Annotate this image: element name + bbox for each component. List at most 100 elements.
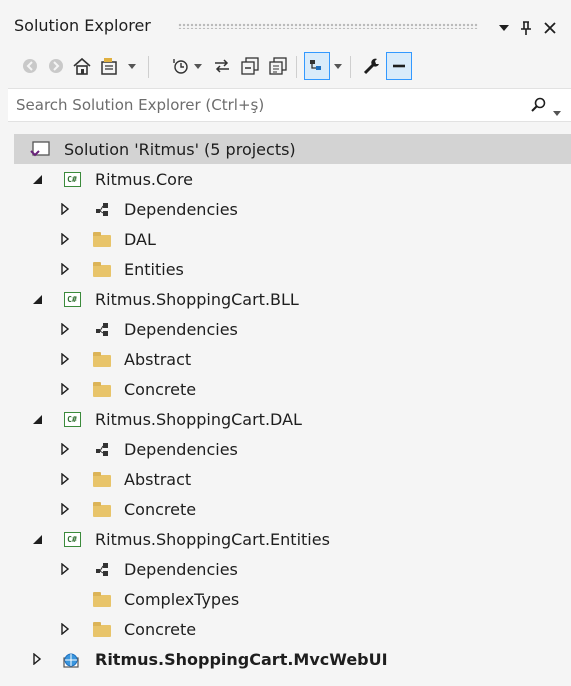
collapsed-arrow-icon[interactable] [30, 652, 44, 666]
expanded-arrow-icon[interactable] [30, 532, 44, 546]
tree-item-dependencies[interactable]: Dependencies [0, 434, 571, 464]
expanded-arrow-icon[interactable] [30, 292, 44, 306]
dependencies-icon [92, 200, 112, 218]
collapsed-arrow-icon[interactable] [58, 562, 72, 576]
tree-item-startup-project[interactable]: Ritmus.ShoppingCart.MvcWebUI [0, 644, 571, 674]
collapsed-arrow-icon[interactable] [58, 382, 72, 396]
node-label: Abstract [124, 469, 192, 489]
back-icon[interactable] [18, 52, 42, 80]
tree-item-dependencies[interactable]: Dependencies [0, 554, 571, 584]
folder-icon [92, 470, 112, 488]
collapsed-arrow-icon[interactable] [58, 352, 72, 366]
node-label: DAL [124, 229, 156, 249]
title-grip[interactable] [178, 23, 478, 29]
search-options-dropdown-icon[interactable] [553, 101, 561, 120]
search-icon[interactable] [529, 95, 549, 115]
node-label: Dependencies [124, 319, 238, 339]
collapse-all-icon[interactable] [238, 52, 262, 80]
tree-item-project[interactable]: C# Ritmus.Core [0, 164, 571, 194]
home-icon[interactable] [70, 52, 94, 80]
folder-icon [92, 350, 112, 368]
project-label: Ritmus.ShoppingCart.MvcWebUI [95, 649, 388, 669]
tree-item-folder[interactable]: DAL [0, 224, 571, 254]
node-label: Dependencies [124, 439, 238, 459]
tree-item-folder[interactable]: Concrete [0, 374, 571, 404]
collapsed-arrow-icon[interactable] [58, 502, 72, 516]
tree-item-dependencies[interactable]: Dependencies [0, 314, 571, 344]
csharp-project-icon: C# [62, 530, 82, 548]
dependencies-icon [92, 440, 112, 458]
collapsed-arrow-icon[interactable] [58, 262, 72, 276]
tree-item-project[interactable]: C# Ritmus.ShoppingCart.Entities [0, 524, 571, 554]
collapsed-arrow-icon[interactable] [58, 202, 72, 216]
title-bar: Solution Explorer [0, 10, 571, 40]
collapsed-arrow-icon[interactable] [58, 442, 72, 456]
node-label: Dependencies [124, 199, 238, 219]
panel-title: Solution Explorer [14, 16, 151, 35]
tree-item-project[interactable]: C# Ritmus.ShoppingCart.BLL [0, 284, 571, 314]
tree-item-folder[interactable]: Concrete [0, 614, 571, 644]
properties-wrench-icon[interactable] [360, 52, 384, 80]
tree-item-folder[interactable]: Entities [0, 254, 571, 284]
pin-icon[interactable] [516, 18, 536, 38]
web-project-icon [62, 650, 82, 668]
search-input[interactable] [16, 93, 496, 117]
toolbar-separator [148, 56, 149, 78]
dropdown-arrow-icon[interactable] [494, 18, 514, 38]
expanded-arrow-icon[interactable] [30, 172, 44, 186]
toolbar-separator [350, 56, 351, 78]
expanded-arrow-icon[interactable] [30, 412, 44, 426]
collapsed-arrow-icon[interactable] [58, 322, 72, 336]
preview-selected-items-icon[interactable] [304, 52, 330, 80]
node-label: Abstract [124, 349, 192, 369]
node-label: Entities [124, 259, 184, 279]
solution-explorer-panel: Solution Explorer Search Solution Explor… [0, 0, 571, 686]
sync-with-document-icon[interactable] [210, 52, 234, 80]
node-label: ComplexTypes [124, 589, 240, 609]
tree-item-solution[interactable]: Solution 'Ritmus' (5 projects) [14, 134, 571, 164]
collapsed-arrow-icon[interactable] [58, 472, 72, 486]
tree-item-dependencies[interactable]: Dependencies [0, 194, 571, 224]
tree-item-folder[interactable]: Concrete [0, 494, 571, 524]
tree-item-folder[interactable]: Abstract [0, 344, 571, 374]
switch-views-icon[interactable] [98, 52, 124, 80]
folder-icon [92, 500, 112, 518]
pending-minus-toggle-icon[interactable] [386, 52, 412, 80]
tree-item-folder[interactable]: Abstract [0, 464, 571, 494]
solution-icon [30, 140, 50, 158]
project-label: Ritmus.ShoppingCart.DAL [95, 409, 302, 429]
csharp-project-icon: C# [62, 410, 82, 428]
close-icon[interactable] [540, 18, 560, 38]
project-label: Ritmus.Core [95, 169, 194, 189]
node-label: Concrete [124, 619, 197, 639]
dependencies-icon [92, 320, 112, 338]
toolbar-separator [296, 56, 297, 78]
pending-changes-icon[interactable] [168, 52, 192, 80]
folder-icon [92, 620, 112, 638]
preview-dropdown-icon[interactable] [332, 52, 344, 80]
csharp-project-icon: C# [62, 290, 82, 308]
switch-views-dropdown-icon[interactable] [126, 52, 138, 80]
folder-icon [92, 590, 112, 608]
node-label: Concrete [124, 379, 197, 399]
folder-icon [92, 380, 112, 398]
project-label: Ritmus.ShoppingCart.Entities [95, 529, 330, 549]
tree-item-project[interactable]: C# Ritmus.ShoppingCart.DAL [0, 404, 571, 434]
folder-icon [92, 230, 112, 248]
project-label: Ritmus.ShoppingCart.BLL [95, 289, 299, 309]
node-label: Dependencies [124, 559, 238, 579]
forward-icon[interactable] [44, 52, 68, 80]
node-label: Concrete [124, 499, 197, 519]
solution-label: Solution 'Ritmus' (5 projects) [64, 139, 296, 159]
pending-changes-dropdown-icon[interactable] [192, 52, 204, 80]
show-all-files-icon[interactable] [266, 52, 290, 80]
folder-icon [92, 260, 112, 278]
search-box [8, 88, 571, 122]
collapsed-arrow-icon[interactable] [58, 232, 72, 246]
tree-item-folder[interactable]: ComplexTypes [0, 584, 571, 614]
solution-tree: Solution 'Ritmus' (5 projects) C# Ritmus… [0, 132, 571, 682]
collapsed-arrow-icon[interactable] [58, 622, 72, 636]
dependencies-icon [92, 560, 112, 578]
csharp-project-icon: C# [62, 170, 82, 188]
toolbar [0, 46, 571, 86]
